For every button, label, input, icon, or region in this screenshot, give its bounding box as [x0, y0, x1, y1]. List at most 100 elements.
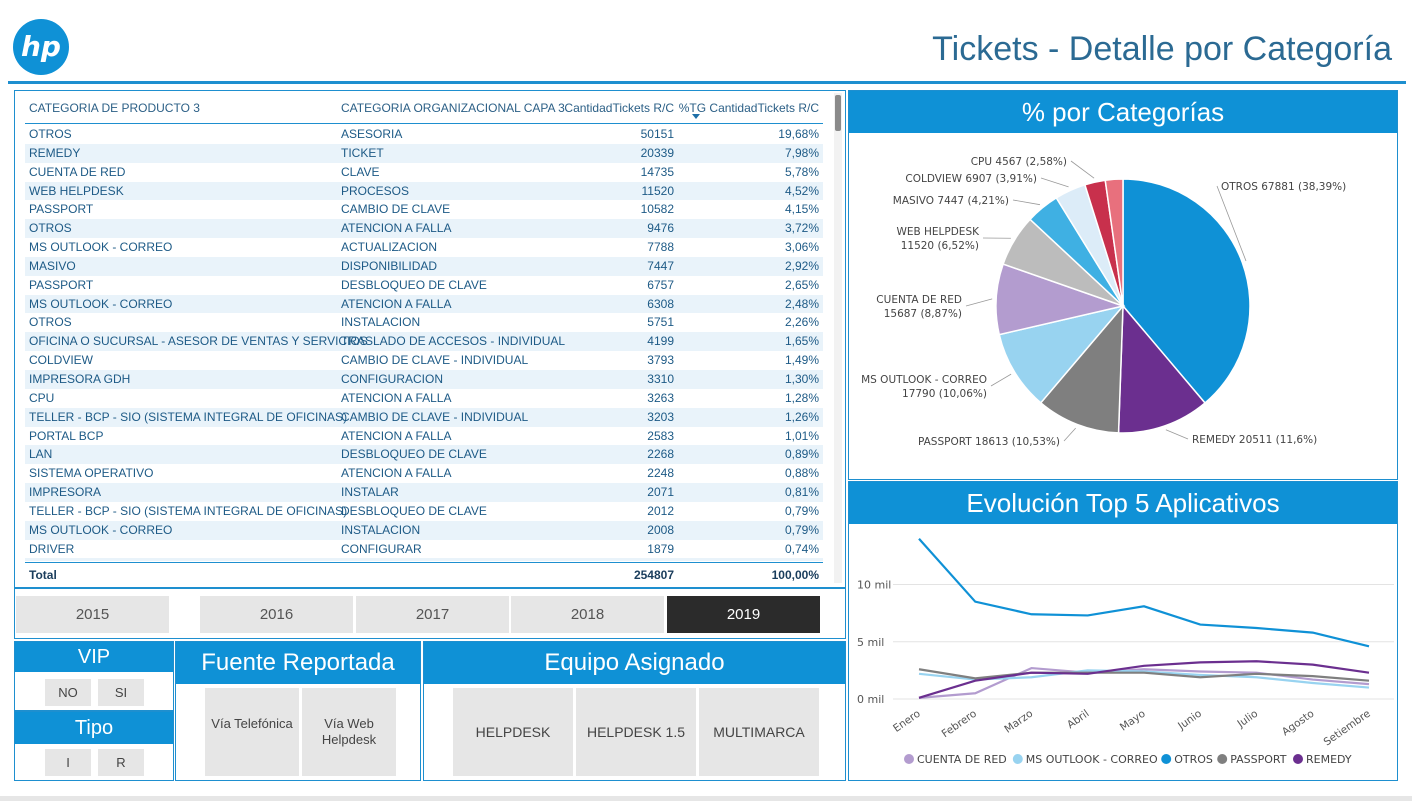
multimarca-button[interactable]: MULTIMARCA: [699, 688, 819, 776]
table-row[interactable]: WEB HELPDESK PROCESOS 11520 4,52%: [25, 181, 823, 201]
cell-cantidad: 2008: [647, 522, 674, 537]
cell-categoria-organizacional: DESBLOQUEO DE CLAVE: [341, 447, 487, 462]
table-row[interactable]: CUENTA DE RED CLAVE 14735 5,78%: [25, 163, 823, 182]
table-row[interactable]: TELLER - BCP - SIO (SISTEMA INTEGRAL DE …: [25, 407, 823, 427]
cell-categoria-organizacional: CONFIGURACION: [341, 371, 443, 386]
cell-pct: 3,72%: [784, 221, 819, 236]
cell-categoria-organizacional: CAMBIO DE CLAVE - INDIVIDUAL: [341, 353, 529, 368]
total-label: Total: [29, 568, 57, 582]
cell-categoria-producto: OTROS: [29, 315, 72, 330]
cell-pct: 1,49%: [784, 353, 819, 368]
tipo-i-button[interactable]: I: [45, 749, 91, 776]
table-row[interactable]: MASIVO DISPONIBILIDAD 7447 2,92%: [25, 256, 823, 276]
table-row[interactable]: PASSPORT DESBLOQUEO DE CLAVE 6757 2,65%: [25, 276, 823, 295]
y-tick-label: 10 mil: [857, 579, 891, 592]
cell-categoria-producto: CUENTA DE RED: [29, 164, 126, 179]
table-row[interactable]: DRIVER CONFIGURAR 1879 0,74%: [25, 540, 823, 559]
vip-si-button[interactable]: SI: [98, 679, 144, 706]
table-row[interactable]: OFICINA O SUCURSAL - ASESOR DE VENTAS Y …: [25, 332, 823, 352]
via-telefonica-button[interactable]: Vía Telefónica: [205, 688, 299, 776]
cell-categoria-producto: TELLER - BCP - SIO (SISTEMA INTEGRAL DE …: [29, 409, 348, 424]
helpdesk-1-5-button[interactable]: HELPDESK 1.5: [576, 688, 696, 776]
table-row[interactable]: IMPRESORA GDH CONFIGURACION 3310 1,30%: [25, 369, 823, 389]
pie-label: OTROS 67881 (38,39%): [1221, 181, 1346, 193]
table-row[interactable]: TELLER - BCP - SIO (SISTEMA INTEGRAL DE …: [25, 502, 823, 521]
table-row[interactable]: MS OUTLOOK - CORREO ATENCION A FALLA 6308 2…: [25, 294, 823, 314]
cell-cantidad: 2071: [647, 485, 674, 500]
col-header-cantidad[interactable]: CantidadTickets R/C: [564, 101, 674, 115]
cell-pct: 19,68%: [778, 127, 819, 141]
table-row[interactable]: SISTEMA OPERATIVO ATENCION A FALLA 2248 0,8…: [25, 464, 823, 483]
table-row[interactable]: OTROS ASESORIA 50151 19,68%: [25, 125, 823, 144]
vip-no-button[interactable]: NO: [45, 679, 91, 706]
cell-categoria-producto: OTROS: [29, 127, 72, 141]
cell-cantidad: 14735: [640, 164, 674, 179]
logo-text: hp: [21, 30, 61, 63]
cell-categoria-producto: MASIVO: [29, 258, 76, 273]
legend-marker: [904, 754, 914, 764]
legend-label[interactable]: CUENTA DE RED: [917, 753, 1007, 766]
cell-categoria-organizacional: DESBLOQUEO DE CLAVE: [341, 277, 487, 292]
year-2019-button[interactable]: 2019: [667, 596, 820, 633]
line-chart: 0 mil 5 mil 10 mil Enero Febrero Marzo Abril Ma…: [857, 537, 1394, 766]
cell-categoria-organizacional: DISPONIBILIDAD: [341, 258, 438, 273]
col-header-pct[interactable]: %TG CantidadTickets R/C: [679, 101, 819, 115]
pie-label: WEB HELPDESK 11520 (6,52%): [896, 226, 980, 252]
sort-desc-icon[interactable]: [692, 114, 700, 119]
cell-cantidad: 7788: [647, 240, 674, 255]
year-2018-button[interactable]: 2018: [511, 596, 664, 633]
legend-marker: [1293, 754, 1303, 764]
table-row[interactable]: IMPRESORA INSTALAR 2071 0,81%: [25, 483, 823, 502]
table-row[interactable]: LAN CAMBIO DE CLAVE - INDIVIDUAL 1835 0,72%: [25, 558, 823, 561]
cell-categoria-producto: MS OUTLOOK - CORREO: [29, 522, 173, 537]
cell-cantidad: 50151: [640, 127, 674, 141]
col-header-categoria-organizacional[interactable]: CATEGORIA ORGANIZACIONAL CAPA 3: [341, 101, 565, 115]
table-row[interactable]: CPU ATENCION A FALLA 3263 1,28%: [25, 389, 823, 408]
cell-cantidad: 11520: [641, 183, 674, 198]
via-web-helpdesk-button[interactable]: Vía Web Helpdesk: [302, 688, 396, 776]
pie-leader-line: [1040, 177, 1069, 188]
pie-label: PASSPORT 18613 (10,53%): [918, 436, 1060, 448]
cell-pct: 0,89%: [784, 447, 819, 462]
line-chart-panel: Evolución Top 5 Aplicativos 0 mil 5 mil 10…: [848, 481, 1398, 781]
table-row[interactable]: MS OUTLOOK - CORREO ACTUALIZACION 7788 3,06…: [25, 238, 823, 257]
table-row[interactable]: OTROS INSTALACION 5751 2,26%: [25, 313, 823, 332]
table-row[interactable]: OTROS ATENCION A FALLA 9476 3,72%: [25, 219, 823, 239]
series-line-otros[interactable]: [918, 537, 1370, 648]
table-row[interactable]: REMEDY TICKET 20339 7,98%: [25, 143, 823, 163]
cell-categoria-producto: IMPRESORA GDH: [29, 371, 131, 386]
table-row[interactable]: LAN DESBLOQUEO DE CLAVE 2268 0,89%: [25, 445, 823, 465]
series-line-remedy[interactable]: [918, 660, 1370, 699]
table-row[interactable]: PASSPORT CAMBIO DE CLAVE 10582 4,15%: [25, 200, 823, 219]
legend-label[interactable]: PASSPORT: [1230, 753, 1287, 766]
legend-label[interactable]: REMEDY: [1306, 753, 1352, 766]
x-tick-label: Enero: [891, 708, 923, 735]
table-scrollbar[interactable]: [834, 93, 842, 583]
total-pct: 100,00%: [771, 568, 819, 582]
year-2017-button[interactable]: 2017: [356, 596, 509, 633]
legend-label[interactable]: OTROS: [1174, 753, 1213, 766]
cell-pct: 1,30%: [784, 371, 819, 386]
cell-cantidad: 1879: [647, 541, 674, 556]
helpdesk-button[interactable]: HELPDESK: [453, 688, 573, 776]
cell-pct: 0,79%: [784, 503, 819, 518]
legend-label[interactable]: MS OUTLOOK - CORREO: [1026, 753, 1158, 766]
table-row[interactable]: MS OUTLOOK - CORREO INSTALACION 2008 0,79%: [25, 520, 823, 540]
tipo-r-button[interactable]: R: [98, 749, 144, 776]
cell-categoria-organizacional: ATENCION A FALLA: [341, 221, 452, 236]
cell-categoria-producto: COLDVIEW: [29, 353, 94, 368]
pie-leader-line: [1063, 427, 1076, 442]
table-row[interactable]: PORTAL BCP ATENCION A FALLA 2583 1,01%: [25, 427, 823, 446]
cell-categoria-organizacional: CONFIGURAR: [341, 541, 422, 556]
total-count: 254807: [633, 568, 674, 582]
year-2015-button[interactable]: 2015: [16, 596, 169, 633]
cell-cantidad: 2583: [647, 428, 674, 443]
fuente-title: Fuente Reportada: [176, 642, 420, 684]
cell-categoria-producto: MS OUTLOOK - CORREO: [29, 296, 173, 311]
year-2016-button[interactable]: 2016: [200, 596, 353, 633]
cell-pct: 1,01%: [784, 428, 819, 443]
table-row[interactable]: COLDVIEW CAMBIO DE CLAVE - INDIVIDUAL 3793…: [25, 351, 823, 370]
col-header-categoria-producto[interactable]: CATEGORIA DE PRODUCTO 3: [29, 101, 200, 115]
cell-pct: 7,98%: [784, 145, 819, 160]
table-scroll-thumb[interactable]: [835, 95, 841, 131]
